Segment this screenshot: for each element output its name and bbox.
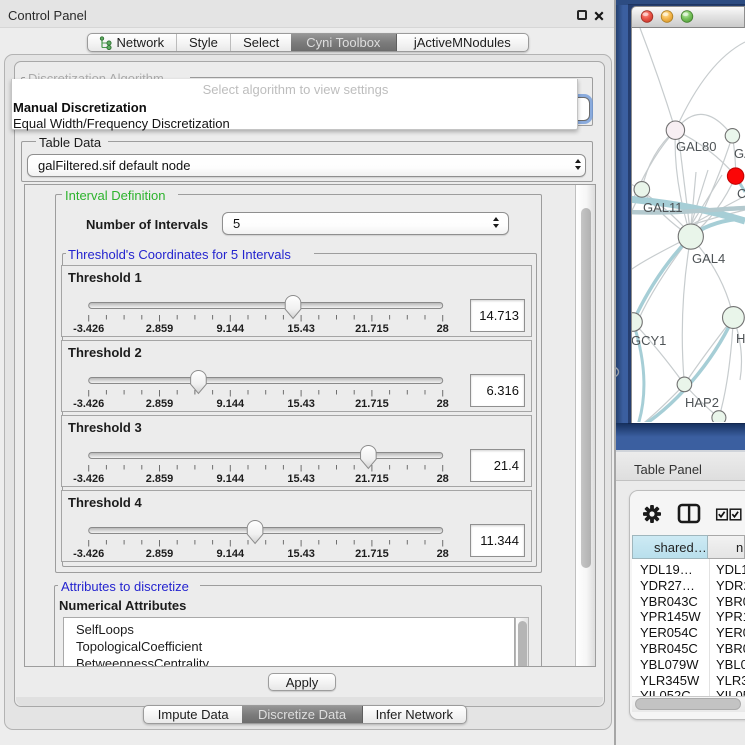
svg-text:9.144: 9.144 — [217, 323, 245, 335]
svg-text:28: 28 — [437, 473, 449, 485]
svg-text:2.859: 2.859 — [146, 473, 174, 485]
svg-text:HI: HI — [736, 331, 745, 346]
svg-text:15.43: 15.43 — [287, 323, 315, 335]
svg-text:-3.426: -3.426 — [73, 548, 104, 560]
svg-text:15.43: 15.43 — [287, 548, 315, 560]
svg-text:21.715: 21.715 — [355, 548, 389, 560]
svg-text:15.43: 15.43 — [287, 473, 315, 485]
svg-text:-3.426: -3.426 — [73, 398, 104, 410]
svg-text:21.715: 21.715 — [355, 398, 389, 410]
svg-text:-3.426: -3.426 — [73, 473, 104, 485]
svg-text:2.859: 2.859 — [146, 548, 174, 560]
svg-text:9.144: 9.144 — [217, 473, 245, 485]
svg-text:HAP2: HAP2 — [685, 395, 719, 410]
svg-text:C: C — [737, 186, 745, 201]
svg-text:9.144: 9.144 — [217, 398, 245, 410]
svg-text:2.859: 2.859 — [146, 323, 174, 335]
svg-text:21.715: 21.715 — [355, 473, 389, 485]
svg-text:GCY1: GCY1 — [632, 333, 666, 348]
svg-text:GA: GA — [734, 146, 745, 161]
svg-text:28: 28 — [437, 548, 449, 560]
svg-text:9.144: 9.144 — [217, 548, 245, 560]
svg-text:GAL11: GAL11 — [643, 200, 683, 215]
svg-text:GAL4: GAL4 — [692, 251, 725, 266]
svg-text:15.43: 15.43 — [287, 398, 315, 410]
svg-text:21.715: 21.715 — [355, 323, 389, 335]
svg-text:2.859: 2.859 — [146, 398, 174, 410]
svg-text:28: 28 — [437, 323, 449, 335]
svg-text:-3.426: -3.426 — [73, 323, 104, 335]
svg-text:GAL80: GAL80 — [676, 139, 716, 154]
svg-text:28: 28 — [437, 398, 449, 410]
